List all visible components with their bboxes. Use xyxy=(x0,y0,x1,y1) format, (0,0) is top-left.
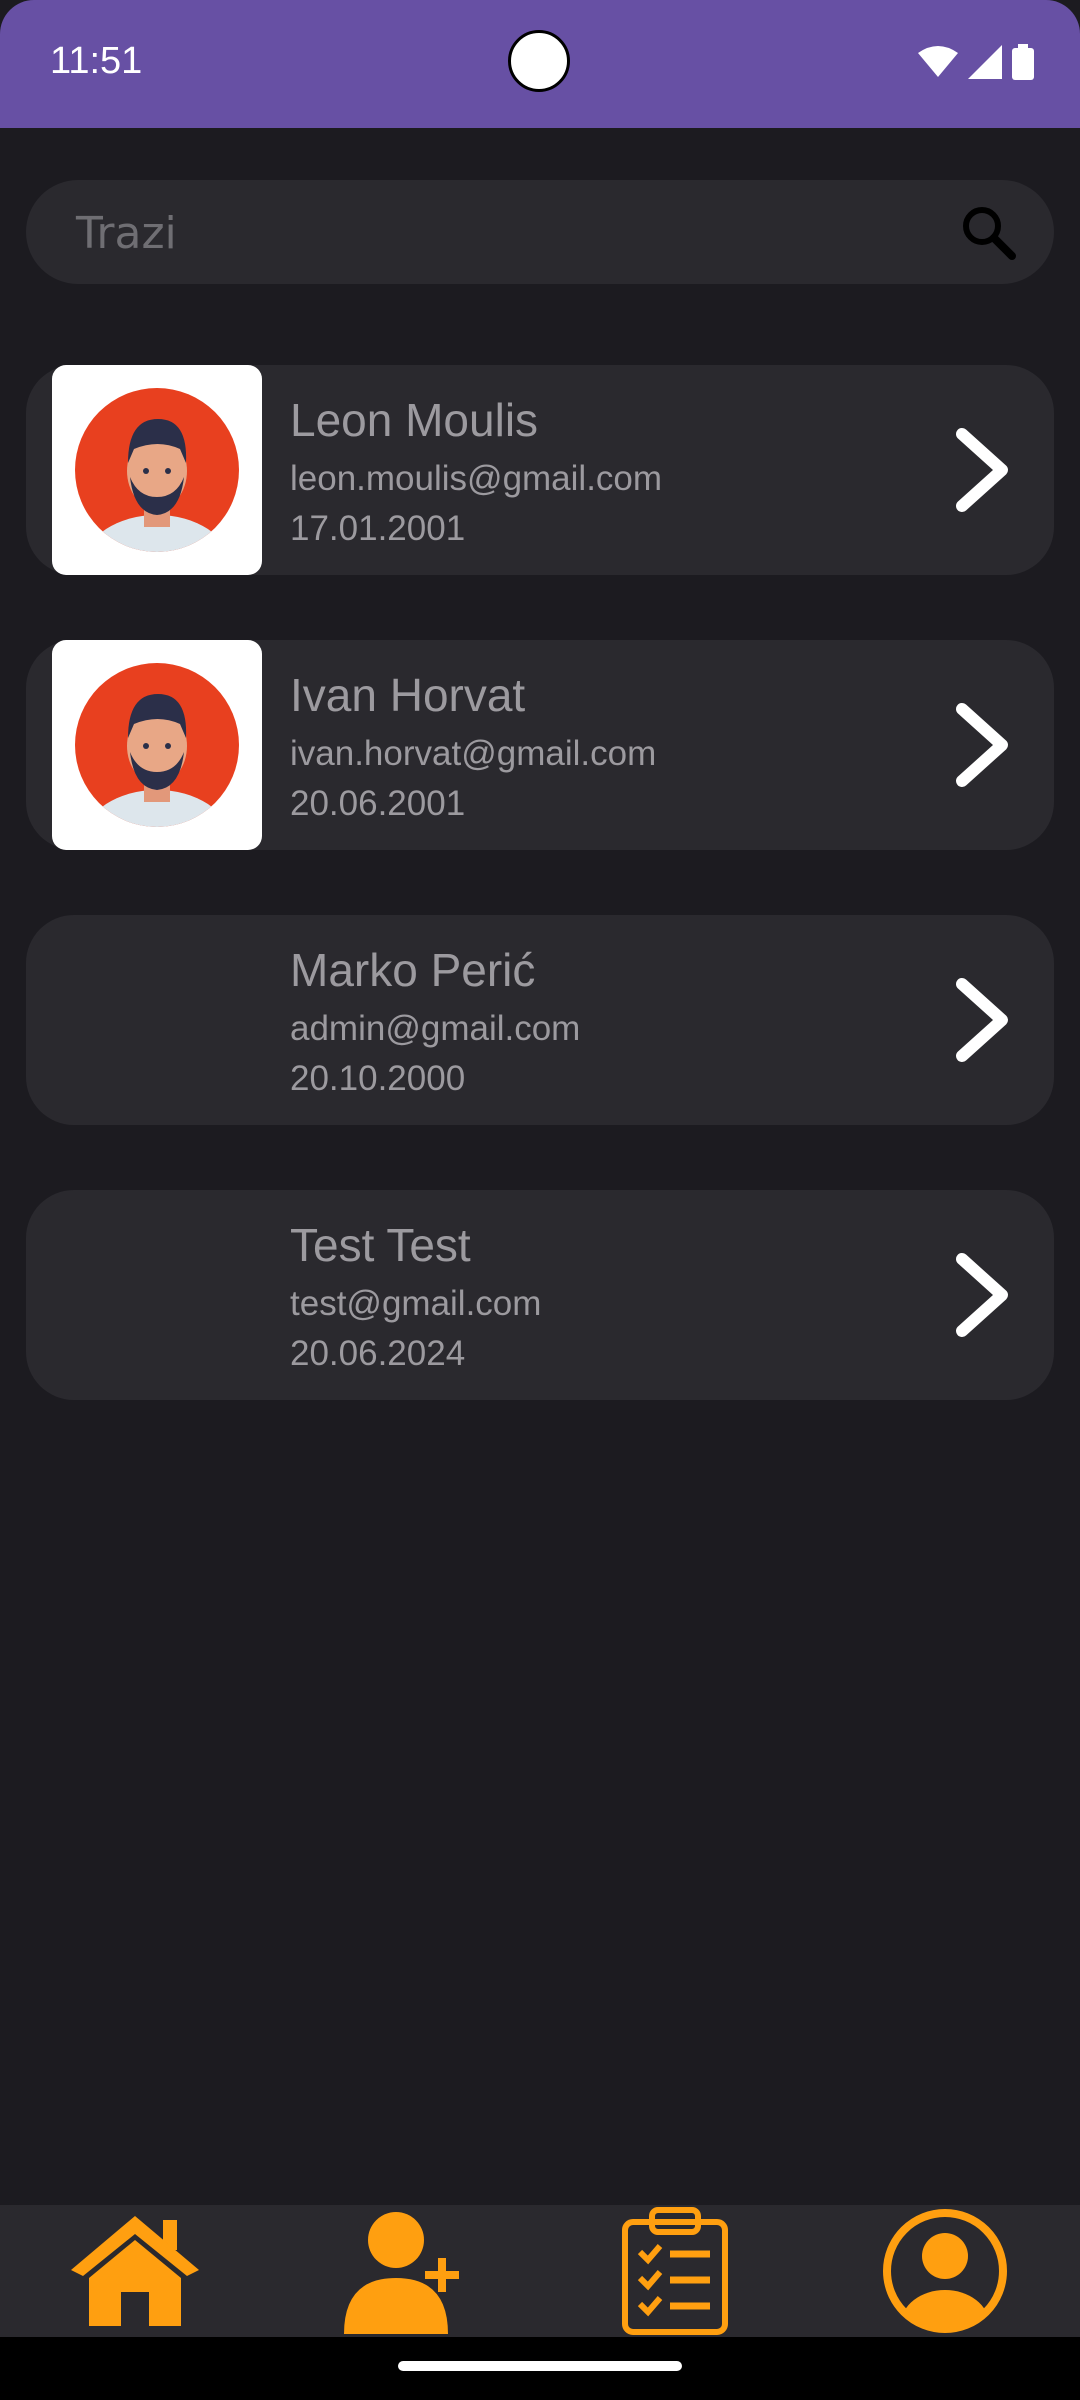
status-time: 11:51 xyxy=(50,40,143,82)
wifi-icon xyxy=(918,46,958,77)
add-user-icon xyxy=(344,2212,459,2334)
search-input[interactable]: Trazi xyxy=(26,180,1054,284)
user-card[interactable]: Marko Perić admin@gmail.com 20.10.2000 xyxy=(26,915,1054,1125)
user-email: ivan.horvat@gmail.com xyxy=(290,734,657,773)
avatar xyxy=(52,365,262,575)
nav-profile[interactable] xyxy=(870,2205,1020,2337)
user-email: test@gmail.com xyxy=(290,1284,542,1323)
profile-icon xyxy=(883,2209,1007,2333)
user-card[interactable]: Ivan Horvat ivan.horvat@gmail.com 20.06.… xyxy=(26,640,1054,850)
nav-home[interactable] xyxy=(60,2205,210,2337)
battery-icon xyxy=(1012,44,1034,80)
chevron-right-icon[interactable] xyxy=(946,970,1018,1070)
gesture-navigation-bar xyxy=(0,2337,1080,2400)
search-placeholder: Trazi xyxy=(76,208,177,259)
chevron-right-icon[interactable] xyxy=(946,1245,1018,1345)
signal-icon xyxy=(968,45,1002,79)
user-date: 20.06.2024 xyxy=(290,1334,466,1373)
home-icon xyxy=(71,2216,199,2326)
user-card[interactable]: Test Test test@gmail.com 20.06.2024 xyxy=(26,1190,1054,1400)
status-icons xyxy=(918,44,1034,80)
chevron-right-icon[interactable] xyxy=(946,695,1018,795)
user-card[interactable]: Leon Moulis leon.moulis@gmail.com 17.01.… xyxy=(26,365,1054,575)
bottom-navigation xyxy=(0,2205,1080,2337)
home-gesture-handle[interactable] xyxy=(398,2361,682,2371)
clipboard-checklist-icon xyxy=(622,2207,728,2335)
user-email: leon.moulis@gmail.com xyxy=(290,459,663,498)
person-avatar-icon xyxy=(75,388,239,552)
user-name: Test Test xyxy=(290,1219,471,1271)
user-name: Marko Perić xyxy=(290,944,536,996)
user-email: admin@gmail.com xyxy=(290,1009,581,1048)
avatar xyxy=(52,640,262,850)
person-avatar-icon xyxy=(75,663,239,827)
user-date: 20.06.2001 xyxy=(290,784,466,823)
chevron-right-icon[interactable] xyxy=(946,420,1018,520)
nav-add-user[interactable] xyxy=(330,2205,480,2337)
camera-cutout xyxy=(508,30,570,92)
search-icon[interactable] xyxy=(958,202,1018,262)
nav-tasks[interactable] xyxy=(600,2205,750,2337)
user-name: Leon Moulis xyxy=(290,394,539,446)
status-bar: 11:51 xyxy=(0,0,1080,128)
user-date: 20.10.2000 xyxy=(290,1059,466,1098)
user-date: 17.01.2001 xyxy=(290,509,466,548)
user-name: Ivan Horvat xyxy=(290,669,526,721)
